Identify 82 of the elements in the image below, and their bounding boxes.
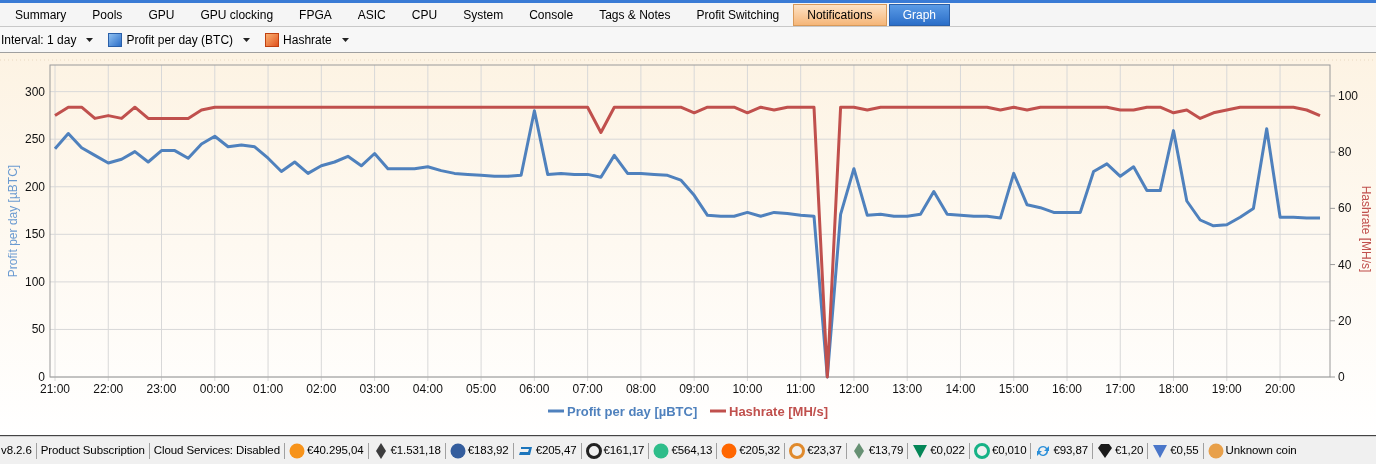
x-tick-label: 12:00 [838,382,869,396]
y-tick-label: 150 [24,227,45,242]
x-tick-label: 23:00 [146,382,177,396]
x-tick-label: 16:00 [1052,382,1082,396]
status-text: Product Subscription [40,442,145,458]
status-text: v8.2.6 [0,442,32,458]
coin-price: €93,87 [1053,442,1089,458]
x-tick-label: 00:00 [199,382,230,396]
caret-icon [341,37,349,42]
x-tick-label: 01:00 [253,382,284,396]
y-axis-title: Profit per day [µBTC] [6,164,20,278]
tab[interactable]: GPU clocking [187,4,287,26]
y-tick-label: 250 [24,132,45,147]
y-tick-label: 0 [38,370,45,384]
tab[interactable]: Graph [888,4,950,26]
x-tick-label: 09:00 [679,382,710,396]
tab[interactable]: Pools [79,4,136,26]
coin-price: €0,55 [1170,442,1199,458]
coin-price: Unknown coin [1225,442,1297,458]
tab[interactable]: GPU [135,4,188,26]
x-tick-label: 10:00 [732,382,763,396]
coin-price: €0,010 [991,442,1027,458]
coin-price: €564,13 [671,442,713,458]
dropdown-button[interactable]: Interval: 1 day [0,28,96,51]
caret-icon [86,37,94,42]
coin-price: €161,17 [603,442,645,458]
coin-price: €1.531,18 [390,442,441,458]
tab[interactable]: System [450,4,517,26]
chart-series-icon [265,32,280,47]
tab[interactable]: Profit Switching [683,4,793,26]
tab[interactable]: Console [516,4,587,26]
chart-series-icon [108,32,123,47]
coin-price: €205,47 [535,442,577,458]
x-tick-label: 02:00 [306,382,337,396]
x-tick-label: 05:00 [466,382,497,396]
x-tick-label: 04:00 [412,382,443,396]
y-tick-label: 200 [24,179,45,194]
status-text: Cloud Services: Disabled [153,442,280,458]
x-tick-label: 13:00 [892,382,923,396]
coin-price: €23,37 [807,442,842,458]
legend-swatch [710,409,726,413]
x-tick-label: 07:00 [572,382,603,396]
legend-swatch [548,409,564,413]
legend-label: Hashrate [MH/s] [729,404,828,419]
x-tick-label: 15:00 [998,382,1029,396]
y-axis-title: Hashrate [MH/s] [1359,185,1373,273]
x-tick-label: 21:00 [40,382,70,396]
tab[interactable]: Summary [2,4,80,26]
y-tick-label: 40 [1338,257,1352,272]
coin-price: €205,32 [739,442,781,458]
coin-price: €1,20 [1115,442,1144,458]
x-tick-label: 19:00 [1211,382,1242,396]
x-tick-label: 17:00 [1105,382,1136,396]
dropdown-button[interactable]: Profit per day (BTC) [107,28,253,51]
y-tick-label: 300 [24,84,45,99]
x-tick-label: 03:00 [359,382,390,396]
coin-price: €40.295,04 [306,442,364,458]
tab[interactable]: FPGA [286,4,345,26]
tab[interactable]: ASIC [344,4,399,26]
dropdown-button[interactable]: Hashrate [264,28,351,51]
coin-price: €13,79 [868,442,904,458]
y-tick-label: 100 [1338,88,1359,103]
tab[interactable]: Notifications [793,4,887,26]
x-tick-label: 11:00 [786,382,816,396]
coin-price: €183,92 [467,442,509,458]
x-tick-label: 06:00 [519,382,550,396]
legend-label: Profit per day [µBTC] [567,404,698,419]
y-tick-label: 60 [1338,201,1352,216]
y-tick-label: 20 [1338,313,1352,328]
x-tick-label: 20:00 [1265,382,1296,396]
tab[interactable]: CPU [398,4,451,26]
x-tick-label: 18:00 [1158,382,1189,396]
tab[interactable]: Tags & Notes [586,4,684,26]
x-tick-label: 08:00 [625,382,656,396]
x-tick-label: 14:00 [945,382,976,396]
coin-price: €0,022 [930,442,965,458]
y-tick-label: 0 [1338,370,1345,384]
y-tick-label: 100 [24,274,45,289]
y-tick-label: 50 [31,322,45,337]
caret-icon [243,37,251,42]
x-tick-label: 22:00 [93,382,124,396]
y-tick-label: 80 [1338,145,1352,160]
